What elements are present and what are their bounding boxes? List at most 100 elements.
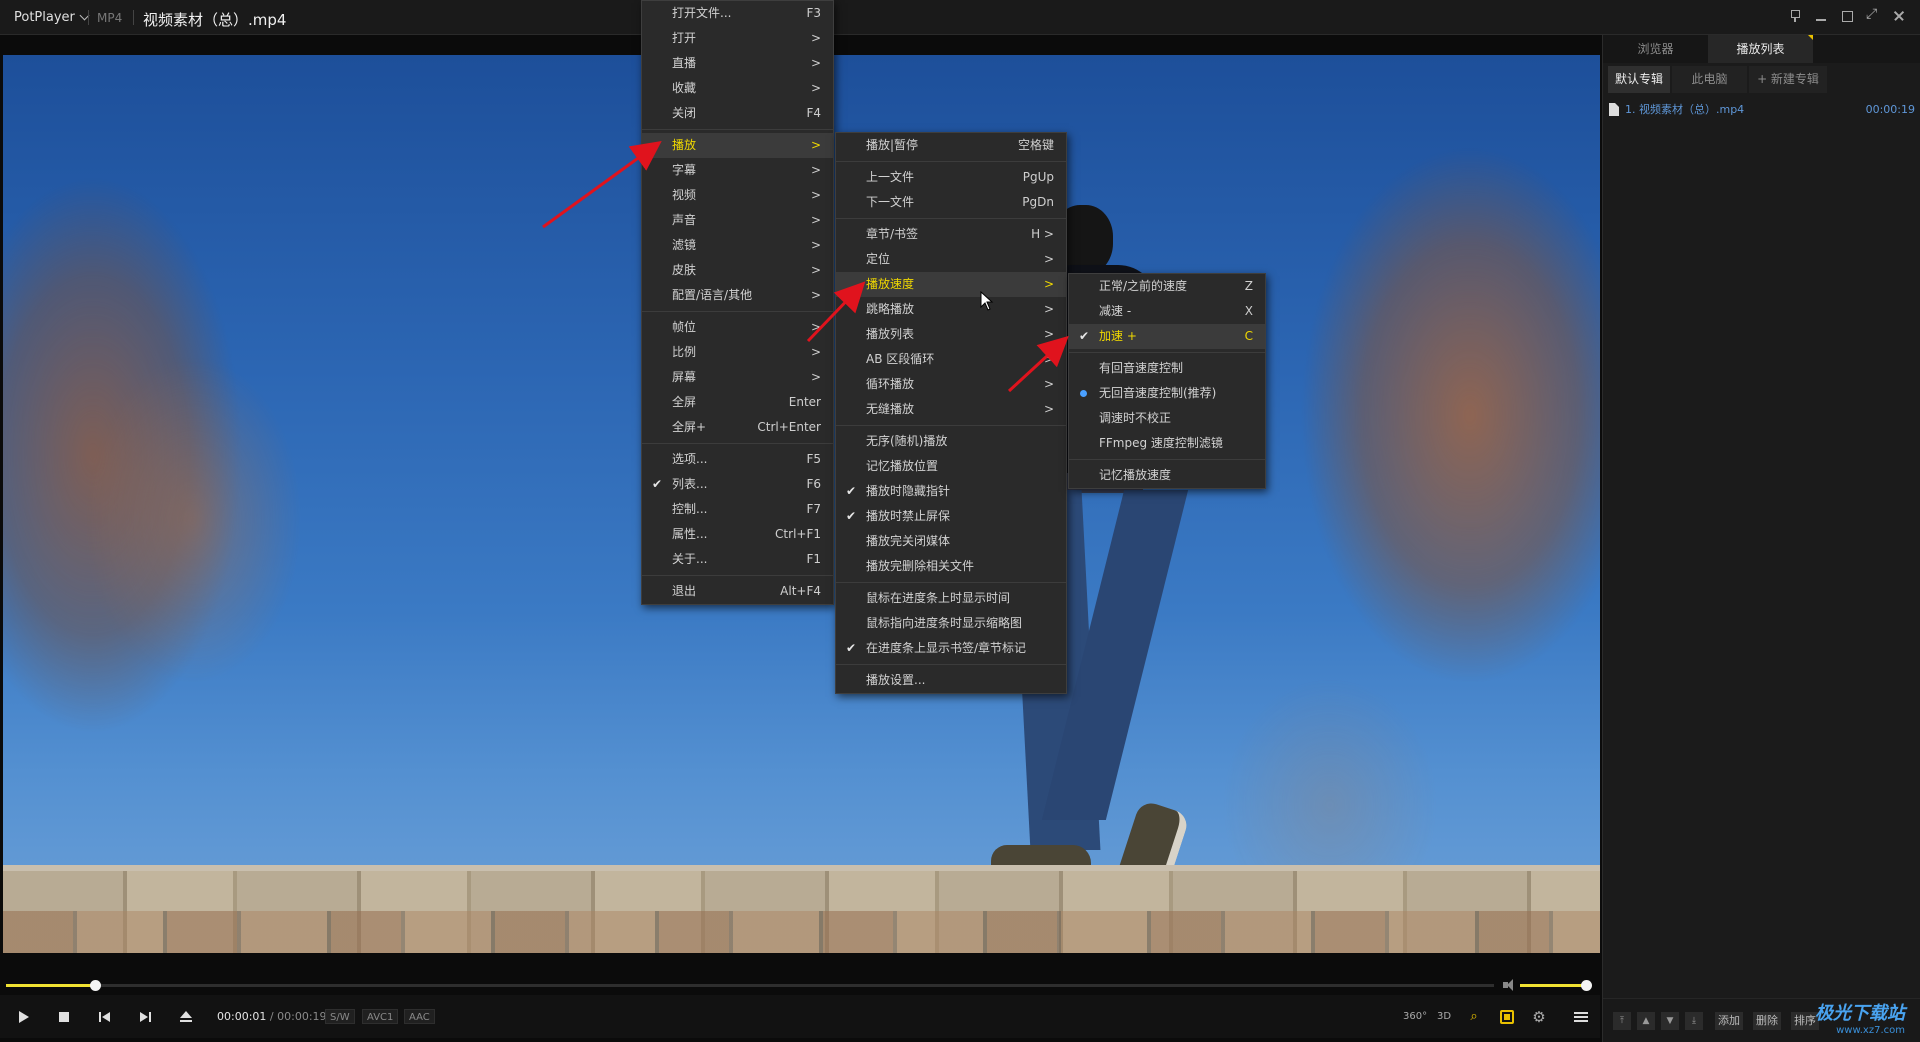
main-menu-item[interactable]: 选项... F5: [642, 447, 833, 472]
main-menu-item[interactable]: 控制... F7: [642, 497, 833, 522]
gear-icon[interactable]: ⚙: [1530, 1008, 1548, 1026]
seek-handle[interactable]: [90, 980, 102, 991]
album-tab-new[interactable]: + 新建专辑: [1749, 66, 1827, 93]
close-icon[interactable]: [1892, 9, 1906, 23]
playback-menu-item[interactable]: 鼠标指向进度条时显示缩略图: [836, 611, 1066, 636]
add-button[interactable]: 添加: [1715, 1012, 1743, 1030]
main-menu-item[interactable]: 关于... F1: [642, 547, 833, 572]
playback-menu-item-label: 鼠标指向进度条时显示缩略图: [866, 616, 1023, 630]
main-menu-item-label: 屏幕: [672, 370, 697, 384]
minimize-icon[interactable]: [1814, 9, 1828, 23]
playback-menu-item[interactable]: 上一文件 PgUp: [836, 165, 1066, 190]
playback-menu-item[interactable]: 跳略播放 >: [836, 297, 1066, 322]
main-menu-item[interactable]: 滤镜 >: [642, 233, 833, 258]
speed-menu-item[interactable]: 调速时不校正: [1069, 406, 1265, 431]
playback-menu-item[interactable]: 无缝播放 >: [836, 397, 1066, 422]
play-icon[interactable]: [14, 1008, 32, 1026]
main-menu-item[interactable]: 帧位 >: [642, 315, 833, 340]
playback-menu-item[interactable]: 播放列表 >: [836, 322, 1066, 347]
speed-menu-item[interactable]: 记忆播放速度: [1069, 463, 1265, 488]
move-bottom-icon[interactable]: ⤓: [1685, 1012, 1703, 1030]
playback-menu-item[interactable]: 播放|暂停 空格键: [836, 133, 1066, 158]
main-menu-item[interactable]: 皮肤 >: [642, 258, 833, 283]
fullscreen-icon[interactable]: [1866, 6, 1880, 23]
volume-handle[interactable]: [1581, 980, 1592, 991]
main-menu-item[interactable]: 播放 >: [642, 133, 833, 158]
video-tree-right: [1300, 145, 1600, 685]
tab-browser[interactable]: 浏览器: [1603, 35, 1708, 63]
volume-slider[interactable]: [1520, 980, 1592, 991]
main-menu-item[interactable]: 属性... Ctrl+F1: [642, 522, 833, 547]
move-top-icon[interactable]: ⤒: [1613, 1012, 1631, 1030]
playback-menu-item[interactable]: 播放完关闭媒体: [836, 529, 1066, 554]
volume-icon[interactable]: [1503, 978, 1517, 992]
playlist-item[interactable]: 1. 视频素材（总）.mp4 00:00:19: [1609, 99, 1915, 119]
stop-icon[interactable]: [55, 1008, 73, 1026]
previous-icon[interactable]: [96, 1008, 114, 1026]
playback-menu-item[interactable]: 播放速度 >: [836, 272, 1066, 297]
main-menu-item[interactable]: 全屏 Enter: [642, 390, 833, 415]
move-up-icon[interactable]: ▲: [1637, 1012, 1655, 1030]
vr-360-button[interactable]: 360°: [1403, 1008, 1427, 1026]
main-menu-item-label: 全屏+: [672, 420, 707, 434]
playback-menu-item[interactable]: 鼠标在进度条上时显示时间: [836, 586, 1066, 611]
speed-menu-item-label: 无回音速度控制(推荐): [1099, 386, 1217, 400]
main-menu-item[interactable]: 直播 >: [642, 51, 833, 76]
tab-playlist[interactable]: 播放列表: [1708, 35, 1813, 63]
main-menu-item[interactable]: 配置/语言/其他 >: [642, 283, 833, 308]
main-menu-item[interactable]: 打开文件... F3: [642, 1, 833, 26]
main-menu-item[interactable]: 比例 >: [642, 340, 833, 365]
3d-button[interactable]: 3D: [1435, 1008, 1453, 1026]
playback-menu-item[interactable]: 下一文件 PgDn: [836, 190, 1066, 215]
playback-menu-item[interactable]: 播放设置...: [836, 668, 1066, 693]
main-menu-item[interactable]: ✔ 列表... F6: [642, 472, 833, 497]
main-menu-item[interactable]: 字幕 >: [642, 158, 833, 183]
app-menu-button[interactable]: PotPlayer: [6, 7, 96, 28]
speed-menu-item[interactable]: 无回音速度控制(推荐): [1069, 381, 1265, 406]
main-menu-item[interactable]: 声音 >: [642, 208, 833, 233]
main-menu-item[interactable]: 屏幕 >: [642, 365, 833, 390]
playback-menu-item[interactable]: ✔ 播放时隐藏指针: [836, 479, 1066, 504]
album-tab-pc[interactable]: 此电脑: [1672, 66, 1747, 93]
main-menu-item-shortcut: >: [810, 238, 821, 252]
maximize-icon[interactable]: [1840, 9, 1854, 23]
delete-button[interactable]: 删除: [1753, 1012, 1781, 1030]
capture-icon[interactable]: [1500, 1010, 1514, 1024]
playback-menu-item[interactable]: 播放完删除相关文件: [836, 554, 1066, 579]
seek-bar[interactable]: [6, 980, 1494, 991]
app-name: PotPlayer: [14, 10, 75, 25]
tag-audio-codec[interactable]: AAC: [404, 1009, 435, 1024]
zoom-icon[interactable]: ⌕: [1465, 1008, 1483, 1026]
playback-menu-item[interactable]: AB 区段循环 >: [836, 347, 1066, 372]
volume-fill: [1520, 984, 1586, 987]
speed-menu-item[interactable]: 正常/之前的速度 Z: [1069, 274, 1265, 299]
pin-icon[interactable]: [1788, 9, 1802, 23]
playback-menu-item[interactable]: ✔ 播放时禁止屏保: [836, 504, 1066, 529]
playback-menu-item[interactable]: 记忆播放位置: [836, 454, 1066, 479]
main-menu-item[interactable]: 打开 >: [642, 26, 833, 51]
playback-menu-item-shortcut: >: [1043, 277, 1054, 291]
playback-menu-item[interactable]: 定位 >: [836, 247, 1066, 272]
main-menu-item[interactable]: 全屏+ Ctrl+Enter: [642, 415, 833, 440]
next-icon[interactable]: [136, 1008, 154, 1026]
speed-menu-item[interactable]: ✔ 加速 + C: [1069, 324, 1265, 349]
playback-menu-item[interactable]: ✔ 在进度条上显示书签/章节标记: [836, 636, 1066, 661]
main-menu-item[interactable]: 收藏 >: [642, 76, 833, 101]
album-tab-default[interactable]: 默认专辑: [1608, 66, 1670, 93]
speed-menu-item[interactable]: 有回音速度控制: [1069, 356, 1265, 381]
move-down-icon[interactable]: ▼: [1661, 1012, 1679, 1030]
main-menu-item[interactable]: 关闭 F4: [642, 101, 833, 126]
eject-icon[interactable]: [177, 1008, 195, 1026]
tag-video-codec[interactable]: AVC1: [362, 1009, 399, 1024]
playback-menu-item[interactable]: 章节/书签 H >: [836, 222, 1066, 247]
main-menu-item-shortcut: >: [810, 31, 821, 45]
tag-sw[interactable]: S/W: [325, 1009, 355, 1024]
playback-menu-item[interactable]: 无序(随机)播放: [836, 429, 1066, 454]
speed-menu-item-shortcut: X: [1244, 304, 1253, 318]
menu-icon[interactable]: [1572, 1008, 1590, 1026]
playback-menu-item[interactable]: 循环播放 >: [836, 372, 1066, 397]
main-menu-item[interactable]: 退出 Alt+F4: [642, 579, 833, 604]
speed-menu-item[interactable]: FFmpeg 速度控制滤镜: [1069, 431, 1265, 456]
speed-menu-item[interactable]: 减速 - X: [1069, 299, 1265, 324]
main-menu-item[interactable]: 视频 >: [642, 183, 833, 208]
